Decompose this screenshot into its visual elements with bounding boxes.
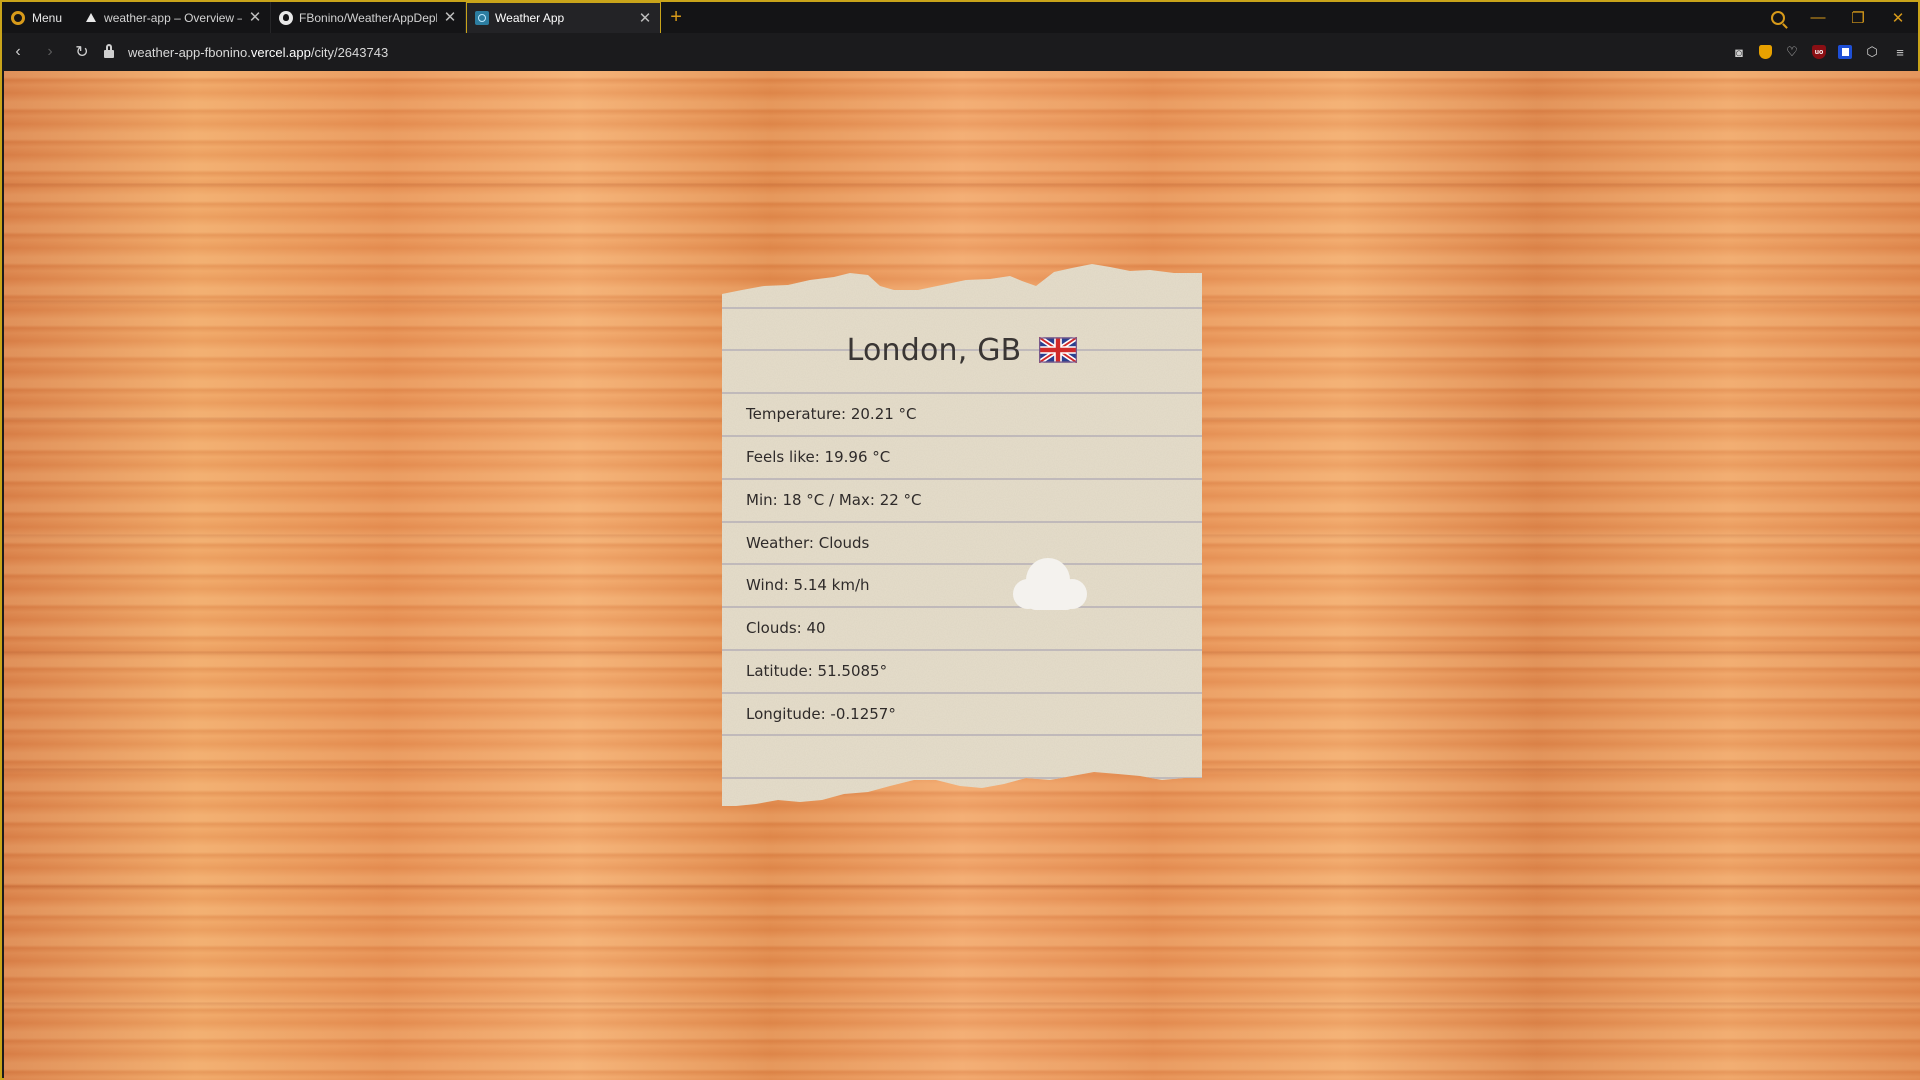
min-max-text: Min: 18 °C / Max: 22 °C xyxy=(746,491,922,509)
opera-logo-icon xyxy=(11,10,25,25)
temperature-text: Temperature: 20.21 °C xyxy=(746,405,917,423)
new-tab-button[interactable]: + xyxy=(661,2,691,33)
ublock-origin-icon[interactable]: uo xyxy=(1812,45,1826,59)
forward-button[interactable]: › xyxy=(34,36,66,68)
cloud-icon xyxy=(1013,558,1087,610)
city-header: London, GB xyxy=(722,330,1202,370)
close-icon[interactable]: ✕ xyxy=(638,11,652,26)
cube-extensions-icon[interactable]: ⬡ xyxy=(1864,44,1880,60)
tab-github-repo[interactable]: FBonino/WeatherAppDeplo ✕ xyxy=(271,2,467,33)
weather-card-content: London, GB Temperature: 20.21 °C Feels l… xyxy=(722,264,1202,864)
snapshot-camera-icon[interactable]: ◙ xyxy=(1731,44,1747,60)
extension-icon[interactable] xyxy=(1838,45,1852,59)
toolbar-icons: ◙ ♡ uo ⬡ ≡ xyxy=(1731,44,1918,60)
back-button[interactable]: ‹ xyxy=(2,36,34,68)
tab-weather-app[interactable]: Weather App ✕ xyxy=(466,2,662,33)
restore-button[interactable]: ❐ xyxy=(1838,2,1878,33)
latitude-text: Latitude: 51.5085° xyxy=(746,662,888,680)
close-icon[interactable]: ✕ xyxy=(248,10,262,25)
tab-vercel-overview[interactable]: weather-app – Overview – ✕ xyxy=(76,2,272,33)
tabbar-spacer xyxy=(691,2,1758,33)
reload-button[interactable]: ↻ xyxy=(66,36,98,68)
url-text: weather-app-fbonino.vercel.app/city/2643… xyxy=(128,45,388,60)
plus-icon: + xyxy=(670,6,682,28)
url-field[interactable]: weather-app-fbonino.vercel.app/city/2643… xyxy=(104,38,1664,66)
close-icon[interactable]: ✕ xyxy=(443,10,457,25)
close-icon: ✕ xyxy=(1891,9,1905,27)
address-bar: ‹ › ↻ weather-app-fbonino.vercel.app/cit… xyxy=(2,33,1918,71)
tab-title: FBonino/WeatherAppDeplo xyxy=(299,10,438,25)
tab-search-button[interactable] xyxy=(1758,2,1798,33)
vercel-triangle-icon xyxy=(84,11,98,25)
github-icon xyxy=(279,10,294,25)
close-window-button[interactable]: ✕ xyxy=(1878,2,1918,33)
search-icon xyxy=(1771,10,1785,25)
menu-label: Menu xyxy=(32,10,63,25)
heart-icon[interactable]: ♡ xyxy=(1784,44,1800,60)
page-viewport: London, GB Temperature: 20.21 °C Feels l… xyxy=(4,71,1920,1080)
forward-arrow-icon: › xyxy=(47,43,53,60)
tab-title: weather-app – Overview – xyxy=(104,10,243,25)
url-path: /city/2643743 xyxy=(310,44,389,60)
tab-bar: Menu weather-app – Overview – ✕ FBonino/… xyxy=(2,2,1918,33)
reload-icon: ↻ xyxy=(75,44,89,61)
weather-card: London, GB Temperature: 20.21 °C Feels l… xyxy=(722,264,1202,864)
longitude-text: Longitude: -0.1257° xyxy=(746,705,896,723)
tab-title: Weather App xyxy=(495,11,565,25)
weather-condition-text: Weather: Clouds xyxy=(746,534,870,552)
minimize-icon: — xyxy=(1810,9,1826,26)
back-arrow-icon: ‹ xyxy=(15,43,21,60)
browser-window: Menu weather-app – Overview – ✕ FBonino/… xyxy=(0,0,1920,1080)
united-kingdom-flag-icon xyxy=(1039,337,1078,363)
wind-text: Wind: 5.14 km/h xyxy=(746,576,870,594)
restore-icon: ❐ xyxy=(1851,9,1865,27)
easy-setup-menu-icon[interactable]: ≡ xyxy=(1892,44,1908,60)
react-app-icon xyxy=(475,11,490,25)
city-title: London, GB xyxy=(846,332,1022,368)
url-domain: vercel.app xyxy=(250,44,311,60)
minimize-button[interactable]: — xyxy=(1798,2,1838,33)
browser-menu-button[interactable]: Menu xyxy=(2,2,76,33)
feels-like-text: Feels like: 19.96 °C xyxy=(746,448,891,466)
vpn-shield-icon[interactable] xyxy=(1759,45,1772,59)
lock-icon xyxy=(104,44,114,58)
clouds-text: Clouds: 40 xyxy=(746,619,826,637)
url-prefix: weather-app-fbonino. xyxy=(128,44,251,60)
